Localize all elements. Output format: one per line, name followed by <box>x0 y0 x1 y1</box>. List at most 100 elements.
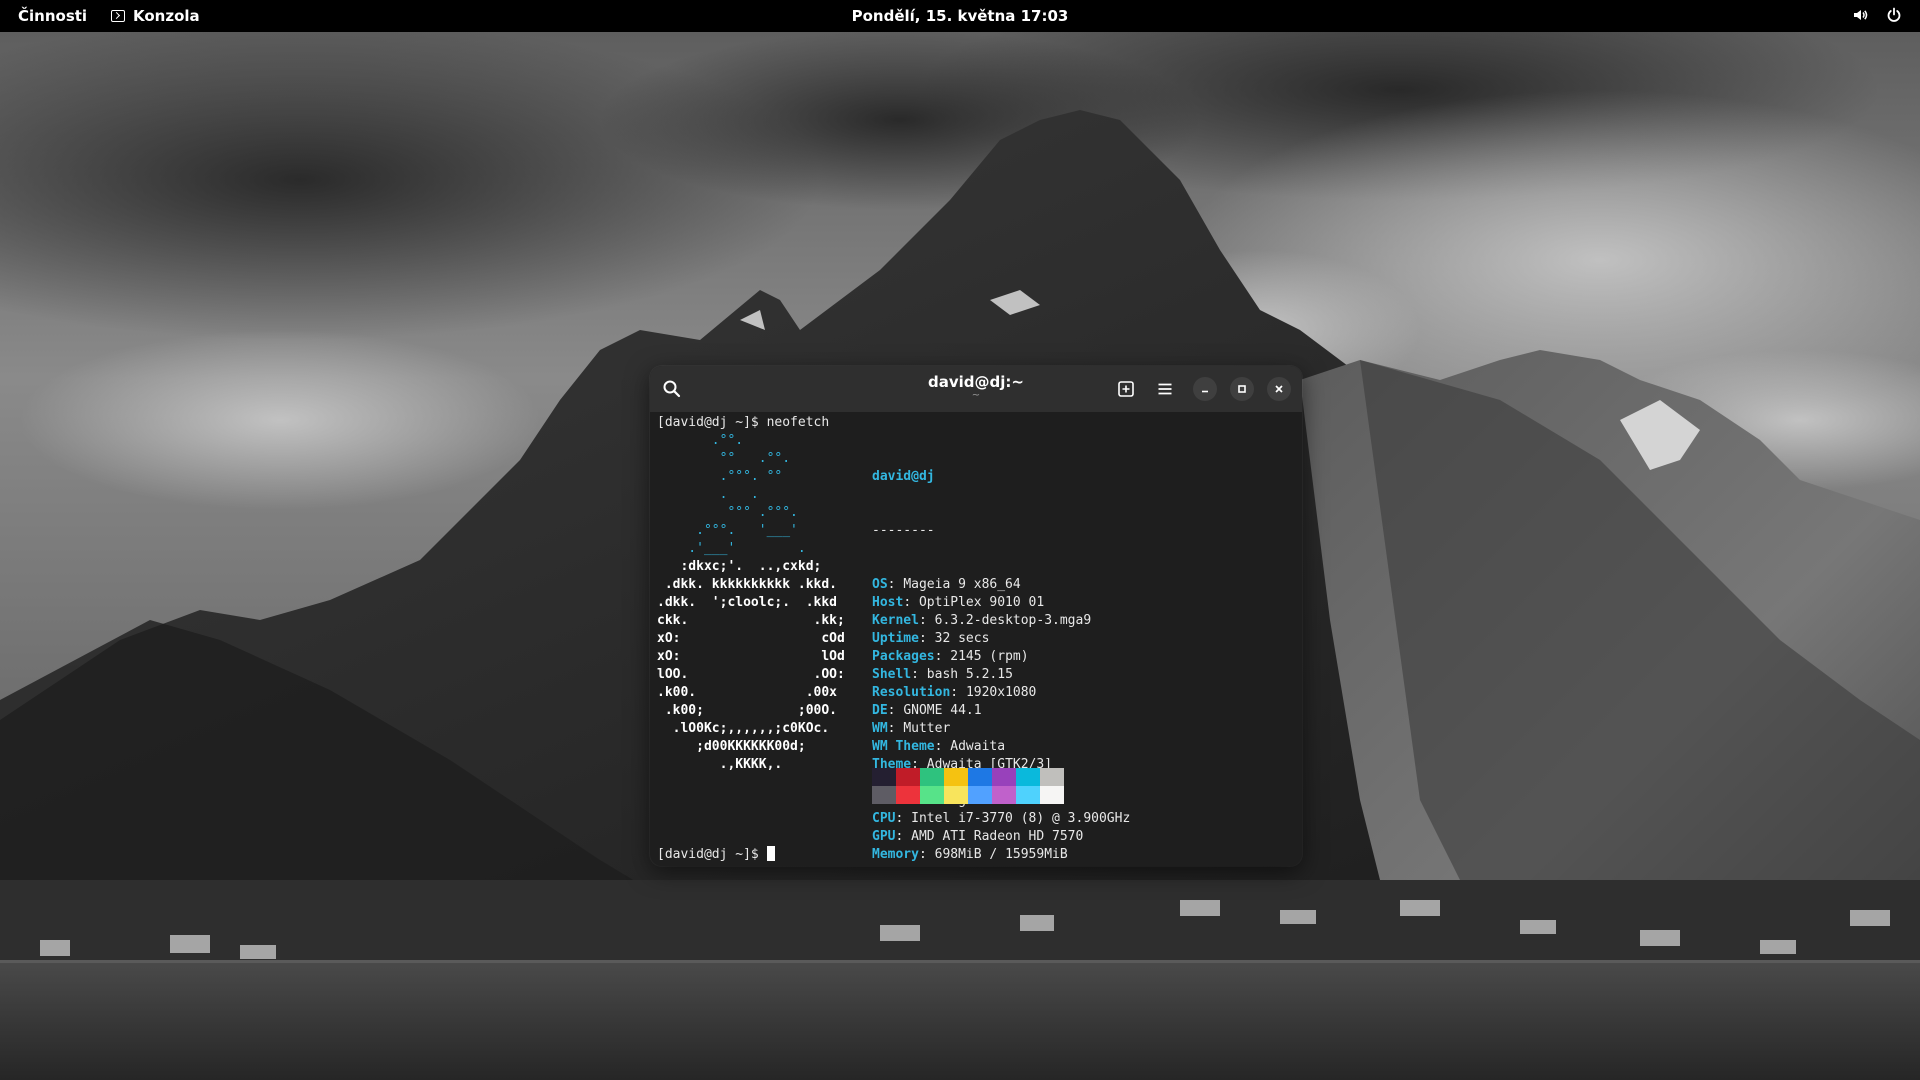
info-line: WM Theme: Adwaita <box>872 739 1006 754</box>
logo-line-white: :dkxc;'. ..,cxkd; <box>657 559 822 574</box>
palette-swatch <box>944 768 968 786</box>
info-value: 2145 (rpm) <box>950 649 1029 664</box>
info-line: Kernel: 6.3.2-desktop-3.mga9 <box>872 613 1092 628</box>
info-line: Resolution: 1920x1080 <box>872 685 1037 700</box>
logo-line: :dkxc;'. ..,cxkd; <box>657 558 845 576</box>
palette-swatch <box>896 786 920 804</box>
terminal-window[interactable]: david@dj:~ ~ [david@dj ~]$ neofetch .°°.… <box>650 366 1302 866</box>
info-key: GPU <box>872 829 896 844</box>
logo-line: ;d00KKKKKK00d; <box>657 738 845 756</box>
logo-line-cyan: .°°. <box>657 433 744 448</box>
close-button[interactable] <box>1267 377 1291 401</box>
info-key: WM <box>872 721 888 736</box>
info-line: Host: OptiPlex 9010 01 <box>872 595 1045 610</box>
palette-swatch <box>896 768 920 786</box>
info-value: GNOME 44.1 <box>903 703 982 718</box>
palette-swatch <box>920 768 944 786</box>
maximize-button[interactable] <box>1230 377 1254 401</box>
logo-line: xO: lOd <box>657 648 845 666</box>
shell-prompt: [david@dj ~]$ <box>657 415 759 430</box>
logo-line-white: .,KKKK,. <box>657 757 783 772</box>
info-line: Shell: bash 5.2.15 <box>872 667 1013 682</box>
logo-line-cyan: °°° .°°°. <box>657 505 798 520</box>
close-icon <box>1275 385 1283 393</box>
info-key: Packages <box>872 649 935 664</box>
logo-line: °°° .°°°. <box>657 504 845 522</box>
info-key: OS <box>872 577 888 592</box>
palette-swatch <box>944 786 968 804</box>
logo-line: xO: cOd <box>657 630 845 648</box>
info-key: Uptime <box>872 631 919 646</box>
logo-line-white: ;d00KKKKKK00d; <box>657 739 806 754</box>
color-palette <box>872 768 1064 804</box>
logo-line: .'___' . <box>657 540 845 558</box>
palette-swatch <box>1040 786 1064 804</box>
logo-line: °° .°°. <box>657 450 845 468</box>
info-line: WM: Mutter <box>872 721 951 736</box>
separator: -------- <box>872 523 935 538</box>
logo-line-cyan: . . <box>657 487 759 502</box>
logo-line-white: xO: lOd <box>657 649 845 664</box>
minimize-button[interactable] <box>1193 377 1217 401</box>
logo-line: . . <box>657 486 845 504</box>
logo-line-white: xO: cOd <box>657 631 845 646</box>
palette-swatch <box>992 768 1016 786</box>
system-tray[interactable] <box>1852 7 1902 23</box>
logo-line-white: .dkk. ';cloolc;. .kkd <box>657 595 838 610</box>
final-shell-prompt: [david@dj ~]$ <box>657 847 759 862</box>
info-value: bash 5.2.15 <box>926 667 1013 682</box>
command-line: [david@dj ~]$ neofetch <box>657 414 829 432</box>
maximize-icon <box>1238 385 1246 393</box>
new-tab-button[interactable] <box>1114 377 1138 401</box>
info-value: 698MiB / 15959MiB <box>934 847 1068 862</box>
info-value: 6.3.2-desktop-3.mga9 <box>934 613 1092 628</box>
logo-line: .lO0Kc;,,,,,,;c0KOc. <box>657 720 845 738</box>
input-line[interactable]: [david@dj ~]$ <box>657 846 775 864</box>
shell-command: neofetch <box>766 415 830 430</box>
logo-line: .k00. .00x <box>657 684 845 702</box>
info-key: CPU <box>872 811 896 826</box>
logo-line-white: lOO. .OO: <box>657 667 845 682</box>
palette-swatch <box>920 786 944 804</box>
info-key: Resolution <box>872 685 951 700</box>
info-key: Shell <box>872 667 912 682</box>
logo-line: .dkk. kkkkkkkkkk .kkd. <box>657 576 845 594</box>
logo-line-cyan: °° .°°. <box>657 451 791 466</box>
info-value: 32 secs <box>934 631 990 646</box>
info-line: GPU: AMD ATI Radeon HD 7570 <box>872 829 1084 844</box>
logo-line: lOO. .OO: <box>657 666 845 684</box>
logo-line-cyan: .'___' . <box>657 541 806 556</box>
info-line: DE: GNOME 44.1 <box>872 703 982 718</box>
logo-line-white: .lO0Kc;,,,,,,;c0KOc. <box>657 721 830 736</box>
new-tab-icon <box>1118 381 1134 397</box>
info-value: Mageia 9 x86_64 <box>903 577 1021 592</box>
logo-line-cyan: .°°°. '___' <box>657 523 798 538</box>
palette-swatch <box>872 786 896 804</box>
menu-icon <box>1158 383 1172 395</box>
info-key: Kernel <box>872 613 919 628</box>
logo-line: .°°°. '___' <box>657 522 845 540</box>
info-line: Packages: 2145 (rpm) <box>872 649 1029 664</box>
palette-swatch <box>968 786 992 804</box>
palette-swatch <box>992 786 1016 804</box>
logo-line: .°°. <box>657 432 845 450</box>
info-key: DE <box>872 703 888 718</box>
logo-line: .,KKKK,. <box>657 756 845 774</box>
info-line: Memory: 698MiB / 15959MiB <box>872 847 1068 862</box>
logo-line-cyan: .°°°. °° <box>657 469 783 484</box>
top-bar: Činnosti Konzola Pondělí, 15. května 17:… <box>0 0 1920 32</box>
info-key: Host <box>872 595 904 610</box>
info-line: Uptime: 32 secs <box>872 631 990 646</box>
palette-swatch <box>1016 786 1040 804</box>
minimize-icon <box>1202 390 1208 393</box>
palette-swatch <box>1016 768 1040 786</box>
clock[interactable]: Pondělí, 15. května 17:03 <box>0 7 1920 25</box>
window-headerbar[interactable]: david@dj:~ ~ <box>650 366 1302 412</box>
logo-line: ckk. .kk; <box>657 612 845 630</box>
logo-line: .°°°. °° <box>657 468 845 486</box>
terminal-output[interactable]: [david@dj ~]$ neofetch .°°. °° .°°. .°°°… <box>657 414 1296 866</box>
logo-line-white: .k00. .00x <box>657 685 838 700</box>
info-value: OptiPlex 9010 01 <box>918 595 1045 610</box>
info-key: Memory <box>872 847 919 862</box>
main-menu-button[interactable] <box>1153 377 1177 401</box>
